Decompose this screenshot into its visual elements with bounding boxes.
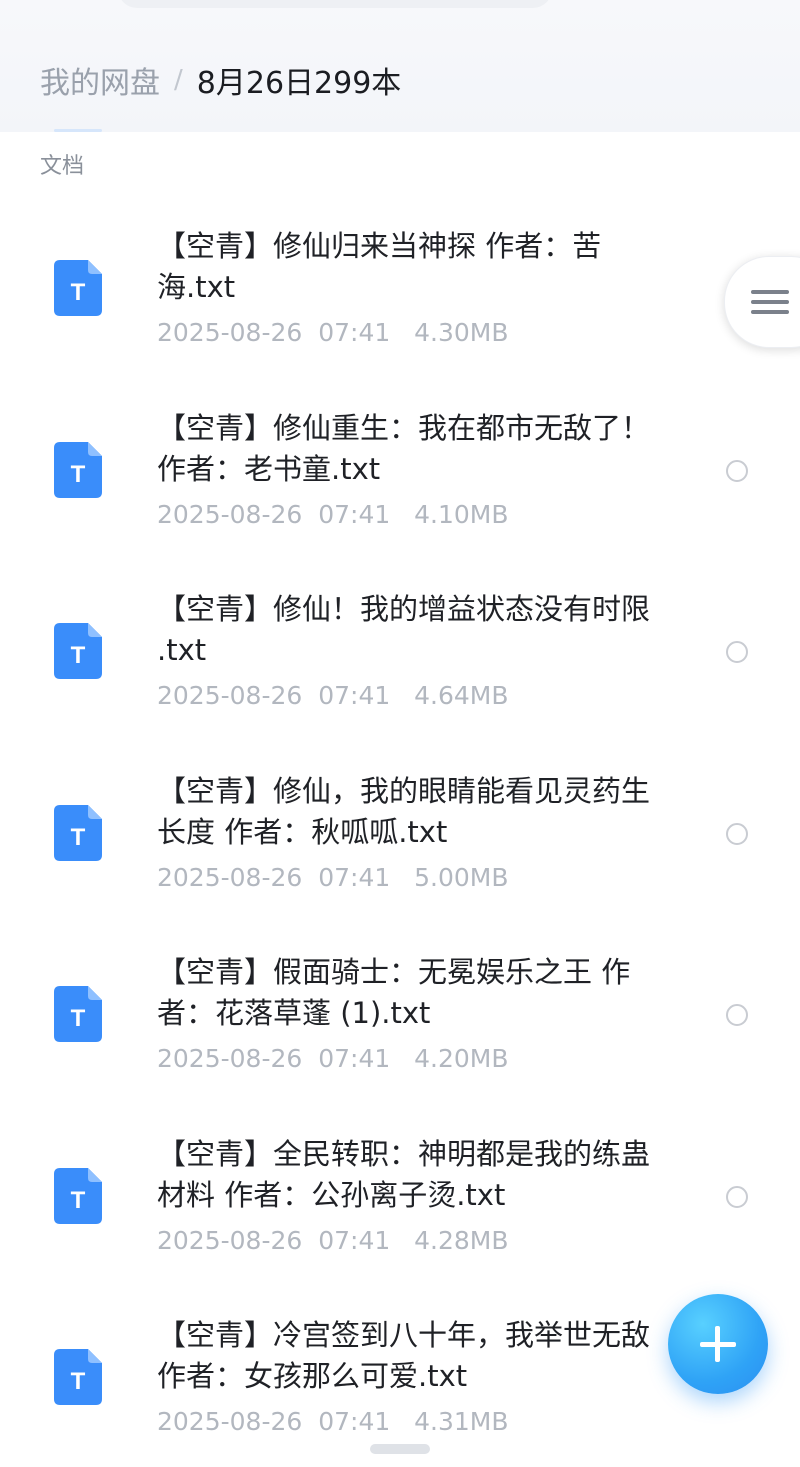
file-name: 【空青】冷宫签到八十年，我举世无敌 作者：女孩那么可爱.txt	[157, 1318, 651, 1393]
menu-icon-bar	[751, 300, 789, 304]
file-time: 07:41	[318, 1225, 391, 1255]
file-date: 2025-08-26	[157, 318, 303, 347]
file-time: 07:41	[318, 1044, 391, 1073]
file-size: 5.00MB	[414, 862, 509, 892]
txt-file-icon: T	[54, 623, 102, 679]
svg-text:T: T	[71, 824, 86, 851]
select-radio[interactable]	[726, 460, 748, 482]
scroll-handle	[370, 1444, 430, 1454]
file-meta: 2025-08-26 07:41 4.20MB	[157, 1044, 508, 1073]
file-time: 07:41	[318, 1407, 391, 1436]
breadcrumb: 我的网盘 / 8月26日299本	[40, 58, 401, 102]
file-time: 07:41	[318, 318, 391, 347]
svg-text:T: T	[71, 1005, 86, 1032]
file-size: 4.20MB	[414, 1044, 509, 1073]
section-label: 文档	[40, 154, 85, 179]
file-name: 【空青】修仙重生：我在都市无敌了！ 作者：老书童.txt	[157, 410, 651, 486]
file-time: 07:41	[318, 862, 391, 892]
svg-text:T: T	[71, 1368, 86, 1395]
select-radio[interactable]	[726, 823, 748, 845]
file-item[interactable]: T 【空青】全民转职：神明都是我的练蛊材料 作者：公孙离子烫.txt 2025-…	[0, 1104, 800, 1286]
file-size: 4.10MB	[414, 499, 509, 529]
breadcrumb-separator: /	[174, 65, 183, 95]
file-size: 4.30MB	[414, 318, 509, 347]
svg-text:T: T	[71, 1187, 86, 1214]
file-item[interactable]: T 【空青】修仙，我的眼睛能看见灵药生长度 作者：秋呱呱.txt 2025-08…	[0, 741, 800, 923]
file-date: 2025-08-26	[157, 862, 303, 892]
menu-icon	[751, 290, 789, 294]
file-meta: 2025-08-26 07:41 4.28MB	[157, 1226, 508, 1255]
file-size: 4.64MB	[414, 681, 509, 710]
txt-file-icon: T	[54, 1167, 102, 1224]
tab-indicator	[54, 129, 102, 132]
file-meta: 2025-08-26 07:41 5.00MB	[157, 863, 508, 892]
menu-icon-bar	[751, 310, 789, 314]
txt-file-icon: T	[54, 804, 102, 861]
file-item[interactable]: T 【空青】修仙！我的增益状态没有时限 .txt 2025-08-26 07:4…	[0, 559, 800, 741]
file-name: 【空青】修仙，我的眼睛能看见灵药生长度 作者：秋呱呱.txt	[157, 773, 651, 849]
search-bar[interactable]	[118, 0, 552, 8]
file-meta: 2025-08-26 07:41 4.10MB	[157, 500, 508, 529]
select-radio[interactable]	[726, 1186, 748, 1208]
file-list: T 【空青】修仙归来当神探 作者：苦海.txt 2025-08-26 07:41…	[0, 196, 800, 1467]
add-button[interactable]	[668, 1294, 768, 1394]
file-name: 【空青】假面骑士：无冕娱乐之王 作者：花落草蓬 (1).txt	[157, 955, 631, 1030]
file-date: 2025-08-26	[157, 1225, 303, 1255]
file-item[interactable]: T 【空青】修仙重生：我在都市无敌了！ 作者：老书童.txt 2025-08-2…	[0, 378, 800, 560]
select-radio[interactable]	[726, 641, 748, 663]
file-date: 2025-08-26	[157, 681, 303, 710]
file-date: 2025-08-26	[157, 1044, 303, 1073]
breadcrumb-root[interactable]: 我的网盘	[40, 58, 160, 102]
svg-text:T: T	[71, 642, 86, 669]
svg-text:T: T	[71, 279, 86, 306]
file-size: 4.28MB	[414, 1225, 509, 1255]
breadcrumb-current-folder: 8月26日299本	[196, 66, 402, 101]
file-name: 【空青】全民转职：神明都是我的练蛊材料 作者：公孙离子烫.txt	[157, 1136, 651, 1212]
file-time: 07:41	[318, 499, 391, 529]
file-meta: 2025-08-26 07:41 4.31MB	[157, 1407, 508, 1436]
file-date: 2025-08-26	[157, 1407, 303, 1436]
file-meta: 2025-08-26 07:41 4.64MB	[157, 681, 508, 710]
file-size: 4.31MB	[414, 1407, 509, 1436]
file-time: 07:41	[318, 681, 391, 710]
file-item[interactable]: T 【空青】修仙归来当神探 作者：苦海.txt 2025-08-26 07:41…	[0, 196, 800, 378]
file-name: 【空青】修仙归来当神探 作者：苦海.txt	[157, 229, 602, 304]
svg-text:T: T	[71, 461, 86, 488]
file-meta: 2025-08-26 07:41 4.30MB	[157, 318, 508, 347]
file-item[interactable]: T 【空青】假面骑士：无冕娱乐之王 作者：花落草蓬 (1).txt 2025-0…	[0, 922, 800, 1104]
txt-file-icon: T	[54, 260, 102, 316]
header-bar: 我的网盘 / 8月26日299本	[0, 0, 800, 132]
file-name: 【空青】修仙！我的增益状态没有时限 .txt	[157, 592, 651, 667]
select-radio[interactable]	[726, 1004, 748, 1026]
file-date: 2025-08-26	[157, 499, 303, 529]
txt-file-icon: T	[54, 441, 102, 498]
txt-file-icon: T	[54, 1349, 102, 1405]
txt-file-icon: T	[54, 986, 102, 1042]
